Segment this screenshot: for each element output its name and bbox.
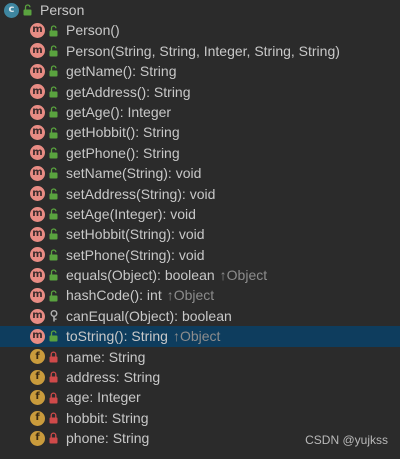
tree-item-field[interactable]: f address: String	[0, 367, 400, 387]
method-icon: m	[30, 23, 45, 39]
overrides-indicator: ↑Object	[219, 267, 268, 284]
tree-root-class[interactable]: c Person	[0, 0, 400, 20]
field-icon: f	[30, 349, 45, 365]
member-signature: setHobbit(String): void	[66, 226, 205, 243]
method-icon: m	[30, 43, 45, 59]
field-icon: f	[30, 410, 45, 426]
unlock-icon	[48, 227, 60, 241]
member-signature: getAddress(): String	[66, 83, 191, 100]
method-icon: m	[30, 247, 45, 263]
tree-item-method[interactable]: m setPhone(String): void	[0, 245, 400, 265]
member-signature: setAddress(String): void	[66, 185, 216, 202]
tree-item-method[interactable]: m setName(String): void	[0, 163, 400, 183]
unlock-icon	[48, 268, 60, 282]
overrides-indicator: ↑Object	[172, 328, 221, 345]
tree-item-method[interactable]: m setHobbit(String): void	[0, 224, 400, 244]
field-icon: f	[30, 369, 45, 385]
member-signature: Person(String, String, Integer, String, …	[66, 42, 340, 59]
tree-item-field[interactable]: f age: Integer	[0, 387, 400, 407]
member-signature: address: String	[66, 369, 161, 386]
member-signature: setName(String): void	[66, 165, 202, 182]
method-icon: m	[30, 84, 45, 100]
tree-item-field[interactable]: f name: String	[0, 347, 400, 367]
method-icon: m	[30, 165, 45, 181]
tree-item-method[interactable]: m setAddress(String): void	[0, 184, 400, 204]
lock-icon	[48, 350, 60, 364]
method-icon: m	[30, 288, 45, 304]
unlock-icon	[48, 248, 60, 262]
tree-item-method[interactable]: m getHobbit(): String	[0, 122, 400, 142]
member-signature: Person()	[66, 22, 120, 39]
unlock-icon	[48, 289, 60, 303]
tree-item-method[interactable]: m toString(): String ↑Object	[0, 326, 400, 347]
method-icon: m	[30, 145, 45, 161]
class-name: Person	[40, 2, 85, 18]
tree-item-method[interactable]: m getAge(): Integer	[0, 102, 400, 122]
lock-icon	[48, 370, 60, 384]
member-signature: name: String	[66, 348, 146, 365]
member-signature: getHobbit(): String	[66, 124, 180, 141]
method-icon: m	[30, 308, 45, 324]
unlock-icon	[48, 207, 60, 221]
field-icon: f	[30, 430, 45, 446]
unlock-icon	[22, 3, 34, 17]
tree-item-method[interactable]: m setAge(Integer): void	[0, 204, 400, 224]
unlock-icon	[48, 329, 60, 343]
unlock-icon	[48, 85, 60, 99]
unlock-icon	[48, 64, 60, 78]
unlock-icon	[48, 105, 60, 119]
member-signature: getName(): String	[66, 63, 177, 80]
lock-icon	[48, 431, 60, 445]
member-signature: getPhone(): String	[66, 144, 180, 161]
member-signature: hashCode(): int	[66, 287, 162, 304]
unlock-icon	[48, 24, 60, 38]
member-signature: toString(): String	[66, 328, 168, 345]
unlock-icon	[48, 187, 60, 201]
lock-icon	[48, 391, 60, 405]
method-icon: m	[30, 328, 45, 344]
member-signature: hobbit: String	[66, 409, 149, 426]
field-icon: f	[30, 390, 45, 406]
class-icon: c	[4, 2, 19, 18]
tree-item-method[interactable]: m Person(String, String, Integer, String,…	[0, 41, 400, 61]
method-icon: m	[30, 206, 45, 222]
watermark: CSDN @yujkss	[305, 433, 388, 447]
tree-item-method[interactable]: m equals(Object): boolean ↑Object	[0, 265, 400, 285]
unlock-icon	[48, 146, 60, 160]
member-signature: getAge(): Integer	[66, 103, 172, 120]
unlock-icon	[48, 44, 60, 58]
method-icon: m	[30, 125, 45, 141]
tree-item-method[interactable]: m canEqual(Object): boolean	[0, 306, 400, 326]
tree-item-method[interactable]: m getPhone(): String	[0, 143, 400, 163]
protected-key-icon	[48, 309, 60, 323]
lock-icon	[48, 411, 60, 425]
member-signature: age: Integer	[66, 389, 141, 406]
unlock-icon	[48, 126, 60, 140]
tree-item-method[interactable]: m getAddress(): String	[0, 82, 400, 102]
tree-item-method[interactable]: m getName(): String	[0, 61, 400, 81]
overrides-indicator: ↑Object	[166, 287, 215, 304]
method-icon: m	[30, 63, 45, 79]
method-icon: m	[30, 226, 45, 242]
method-icon: m	[30, 104, 45, 120]
member-signature: setPhone(String): void	[66, 246, 205, 263]
method-icon: m	[30, 186, 45, 202]
tree-item-method[interactable]: m Person()	[0, 20, 400, 40]
tree-item-method[interactable]: m hashCode(): int ↑Object	[0, 285, 400, 305]
method-icon: m	[30, 267, 45, 283]
member-signature: setAge(Integer): void	[66, 205, 196, 222]
structure-tree: c Person m Person() m Person(String, String…	[0, 0, 400, 449]
member-signature: equals(Object): boolean	[66, 267, 215, 284]
unlock-icon	[48, 166, 60, 180]
tree-item-field[interactable]: f hobbit: String	[0, 408, 400, 428]
member-signature: phone: String	[66, 430, 150, 447]
member-signature: canEqual(Object): boolean	[66, 307, 232, 324]
